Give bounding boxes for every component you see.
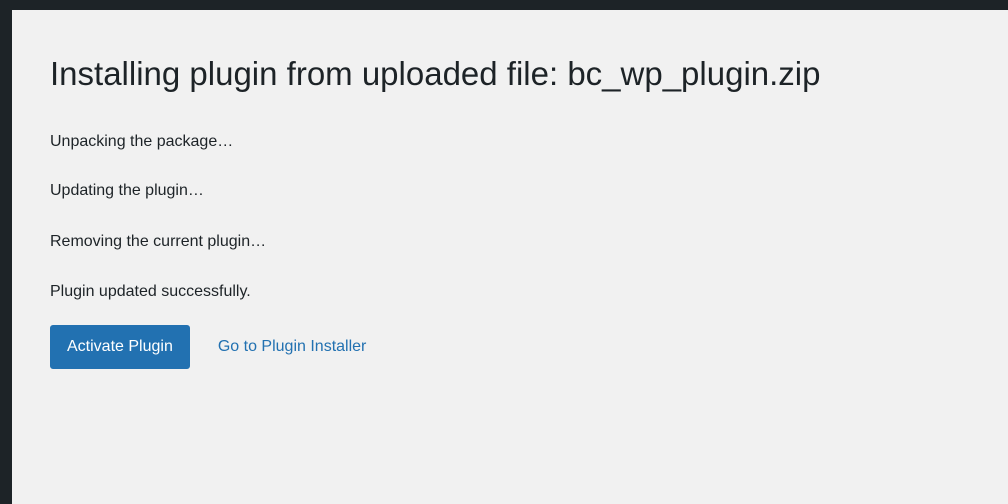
plugin-installer-link[interactable]: Go to Plugin Installer xyxy=(218,338,367,356)
page-title: Installing plugin from uploaded file: bc… xyxy=(50,55,821,92)
main-content: Installing plugin from uploaded file: bc… xyxy=(12,10,1008,504)
activate-plugin-button[interactable]: Activate Plugin xyxy=(50,325,190,369)
log-line-removing: Removing the current plugin… xyxy=(50,233,267,250)
action-bar: Activate Plugin Go to Plugin Installer xyxy=(50,325,366,369)
log-line-success: Plugin updated successfully. xyxy=(50,283,251,300)
admin-frame: Installing plugin from uploaded file: bc… xyxy=(0,0,1008,504)
log-line-unpacking: Unpacking the package… xyxy=(50,133,234,150)
log-line-updating: Updating the plugin… xyxy=(50,182,204,199)
